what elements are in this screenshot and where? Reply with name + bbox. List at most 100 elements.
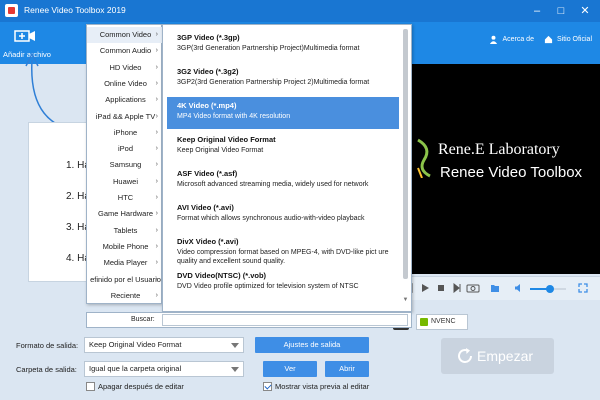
format-item[interactable]: 3G2 Video (*.3g2) 3GP2(3rd Generation Par… (167, 63, 399, 95)
category-item[interactable]: Media Player › (87, 255, 162, 271)
format-name: AVI Video (*.avi) (177, 203, 234, 212)
format-name: 3GP Video (*.3gp) (177, 33, 240, 42)
category-item[interactable]: iPod › (87, 141, 162, 157)
format-item[interactable]: 3GP Video (*.3gp) 3GP(3rd Generation Part… (167, 29, 399, 61)
category-item[interactable]: Mobile Phone › (87, 239, 162, 255)
category-label: HD Video (109, 62, 142, 72)
format-description: 3GP(3rd Generation Partnership Project)M… (177, 45, 360, 52)
title-bar: Renee Video Toolbox 2019 – □ ✕ (0, 0, 600, 22)
chevron-right-icon: › (155, 79, 158, 87)
output-folder-label: Carpeta de salida: (16, 365, 77, 374)
chevron-right-icon: › (155, 128, 158, 136)
output-format-value: Keep Original Video Format (89, 340, 182, 349)
format-item[interactable]: Keep Original Video Format Keep Original … (167, 131, 399, 163)
chevron-right-icon: › (155, 31, 158, 38)
format-item[interactable]: DVD Video(NTSC) (*.vob) DVD Video profile… (167, 267, 399, 299)
format-item[interactable]: ASF Video (*.asf) Microsoft advanced stre… (167, 165, 399, 197)
preview-checkbox[interactable] (263, 382, 272, 391)
renee-logo-icon (417, 138, 431, 178)
category-item[interactable]: Common Audio › (87, 43, 162, 59)
category-item[interactable]: Huawei › (87, 174, 162, 190)
category-label: Huawei (112, 176, 138, 186)
chevron-right-icon: › (155, 259, 158, 267)
category-label: efinido por el Usuario (90, 274, 161, 284)
format-scrollbar[interactable]: ▼ (402, 29, 409, 305)
category-label: Reciente (110, 290, 141, 300)
format-description: DVD Video profile optimized for televisi… (177, 283, 359, 290)
format-name: 3G2 Video (*.3g2) (177, 67, 239, 76)
format-description: Microsoft advanced streaming media, wide… (177, 181, 369, 188)
category-item[interactable]: Tablets › (87, 223, 162, 239)
about-link[interactable]: Acerca de (502, 36, 534, 43)
chevron-right-icon: › (155, 161, 158, 169)
category-item[interactable]: Game Hardware › (87, 206, 162, 222)
camera-icon[interactable] (466, 283, 480, 293)
format-description: Format which allows synchronous audio-wi… (177, 215, 365, 222)
output-format-select[interactable]: Keep Original Video Format (84, 337, 244, 353)
format-item[interactable]: AVI Video (*.avi) Format which allows syn… (167, 199, 399, 231)
category-item[interactable]: HD Video › (87, 60, 162, 76)
category-item[interactable]: Samsung › (87, 157, 162, 173)
category-label: Tablets (113, 225, 138, 235)
format-list: ▼ 3GP Video (*.3gp) 3GP(3rd Generation Pa… (162, 24, 412, 312)
output-settings-button[interactable]: Ajustes de salida (255, 337, 369, 353)
category-item[interactable]: iPhone › (87, 125, 162, 141)
home-icon (544, 35, 553, 44)
maximize-button[interactable]: □ (552, 2, 570, 20)
volume-icon[interactable] (514, 283, 524, 293)
folder-icon[interactable] (490, 283, 500, 293)
chevron-right-icon: › (155, 63, 158, 71)
category-label: Media Player (103, 258, 148, 268)
chevron-right-icon: › (155, 226, 158, 234)
category-item[interactable]: Online Video › (87, 76, 162, 92)
format-name: 4K Video (*.mp4) (177, 101, 237, 110)
minimize-button[interactable]: – (528, 2, 546, 20)
format-description: MP4 Video format with 4K resolution (177, 113, 291, 120)
category-item[interactable]: efinido por el Usuario › (87, 272, 162, 288)
chevron-right-icon: › (155, 112, 158, 120)
stop-icon[interactable] (436, 283, 446, 293)
category-menu: Common Video › Common Audio › HD Video › Onlin… (86, 24, 162, 304)
category-label: iPhone (113, 127, 138, 137)
format-search-bar: Buscar: (86, 312, 412, 328)
category-label: Applications (105, 95, 146, 105)
format-name: DivX Video (*.avi) (177, 237, 239, 246)
close-button[interactable]: ✕ (576, 2, 594, 20)
view-button[interactable]: Ver (263, 361, 317, 377)
scrollbar-thumb[interactable] (403, 29, 408, 279)
preview-title: Rene.E Laboratory (438, 141, 560, 158)
category-label: Samsung (109, 160, 142, 170)
search-label: Buscar: (131, 316, 155, 323)
category-item[interactable]: iPad && Apple TV › (87, 109, 162, 125)
category-item[interactable]: Common Video › (87, 27, 162, 43)
format-item[interactable]: DivX Video (*.avi) Video compression form… (167, 233, 399, 265)
volume-slider[interactable] (530, 285, 566, 293)
chevron-right-icon: › (155, 145, 158, 153)
category-label: Common Audio (99, 46, 152, 56)
chevron-down-icon (231, 367, 239, 372)
app-logo-icon (5, 4, 18, 17)
play-icon[interactable] (420, 283, 430, 293)
chevron-right-icon: › (155, 291, 158, 299)
format-name: Keep Original Video Format (177, 135, 276, 144)
search-input[interactable] (162, 314, 408, 326)
video-preview: Rene.E Laboratory Renee Video Toolbox (400, 64, 600, 274)
nvenc-badge: NVENC (416, 314, 468, 330)
shutdown-checkbox[interactable] (86, 382, 95, 391)
volume-knob[interactable] (545, 285, 554, 293)
category-item[interactable]: Reciente › (87, 288, 162, 304)
preview-subtitle: Renee Video Toolbox (440, 164, 583, 181)
fullscreen-icon[interactable] (578, 283, 588, 293)
player-controls (400, 276, 600, 300)
person-icon (490, 35, 498, 44)
output-folder-select[interactable]: Igual que la carpeta original (84, 361, 244, 377)
open-button[interactable]: Abrir (325, 361, 369, 377)
format-item[interactable]: 4K Video (*.mp4) MP4 Video format with 4K… (167, 97, 399, 129)
category-item[interactable]: HTC › (87, 190, 162, 206)
category-label: iPad && Apple TV (95, 111, 156, 121)
category-item[interactable]: Applications › (87, 92, 162, 108)
start-button[interactable]: Empezar (441, 338, 554, 374)
next-icon[interactable] (452, 283, 462, 293)
scroll-down-icon[interactable]: ▼ (402, 297, 409, 305)
official-site-link[interactable]: Sitio Oficial (557, 36, 592, 43)
